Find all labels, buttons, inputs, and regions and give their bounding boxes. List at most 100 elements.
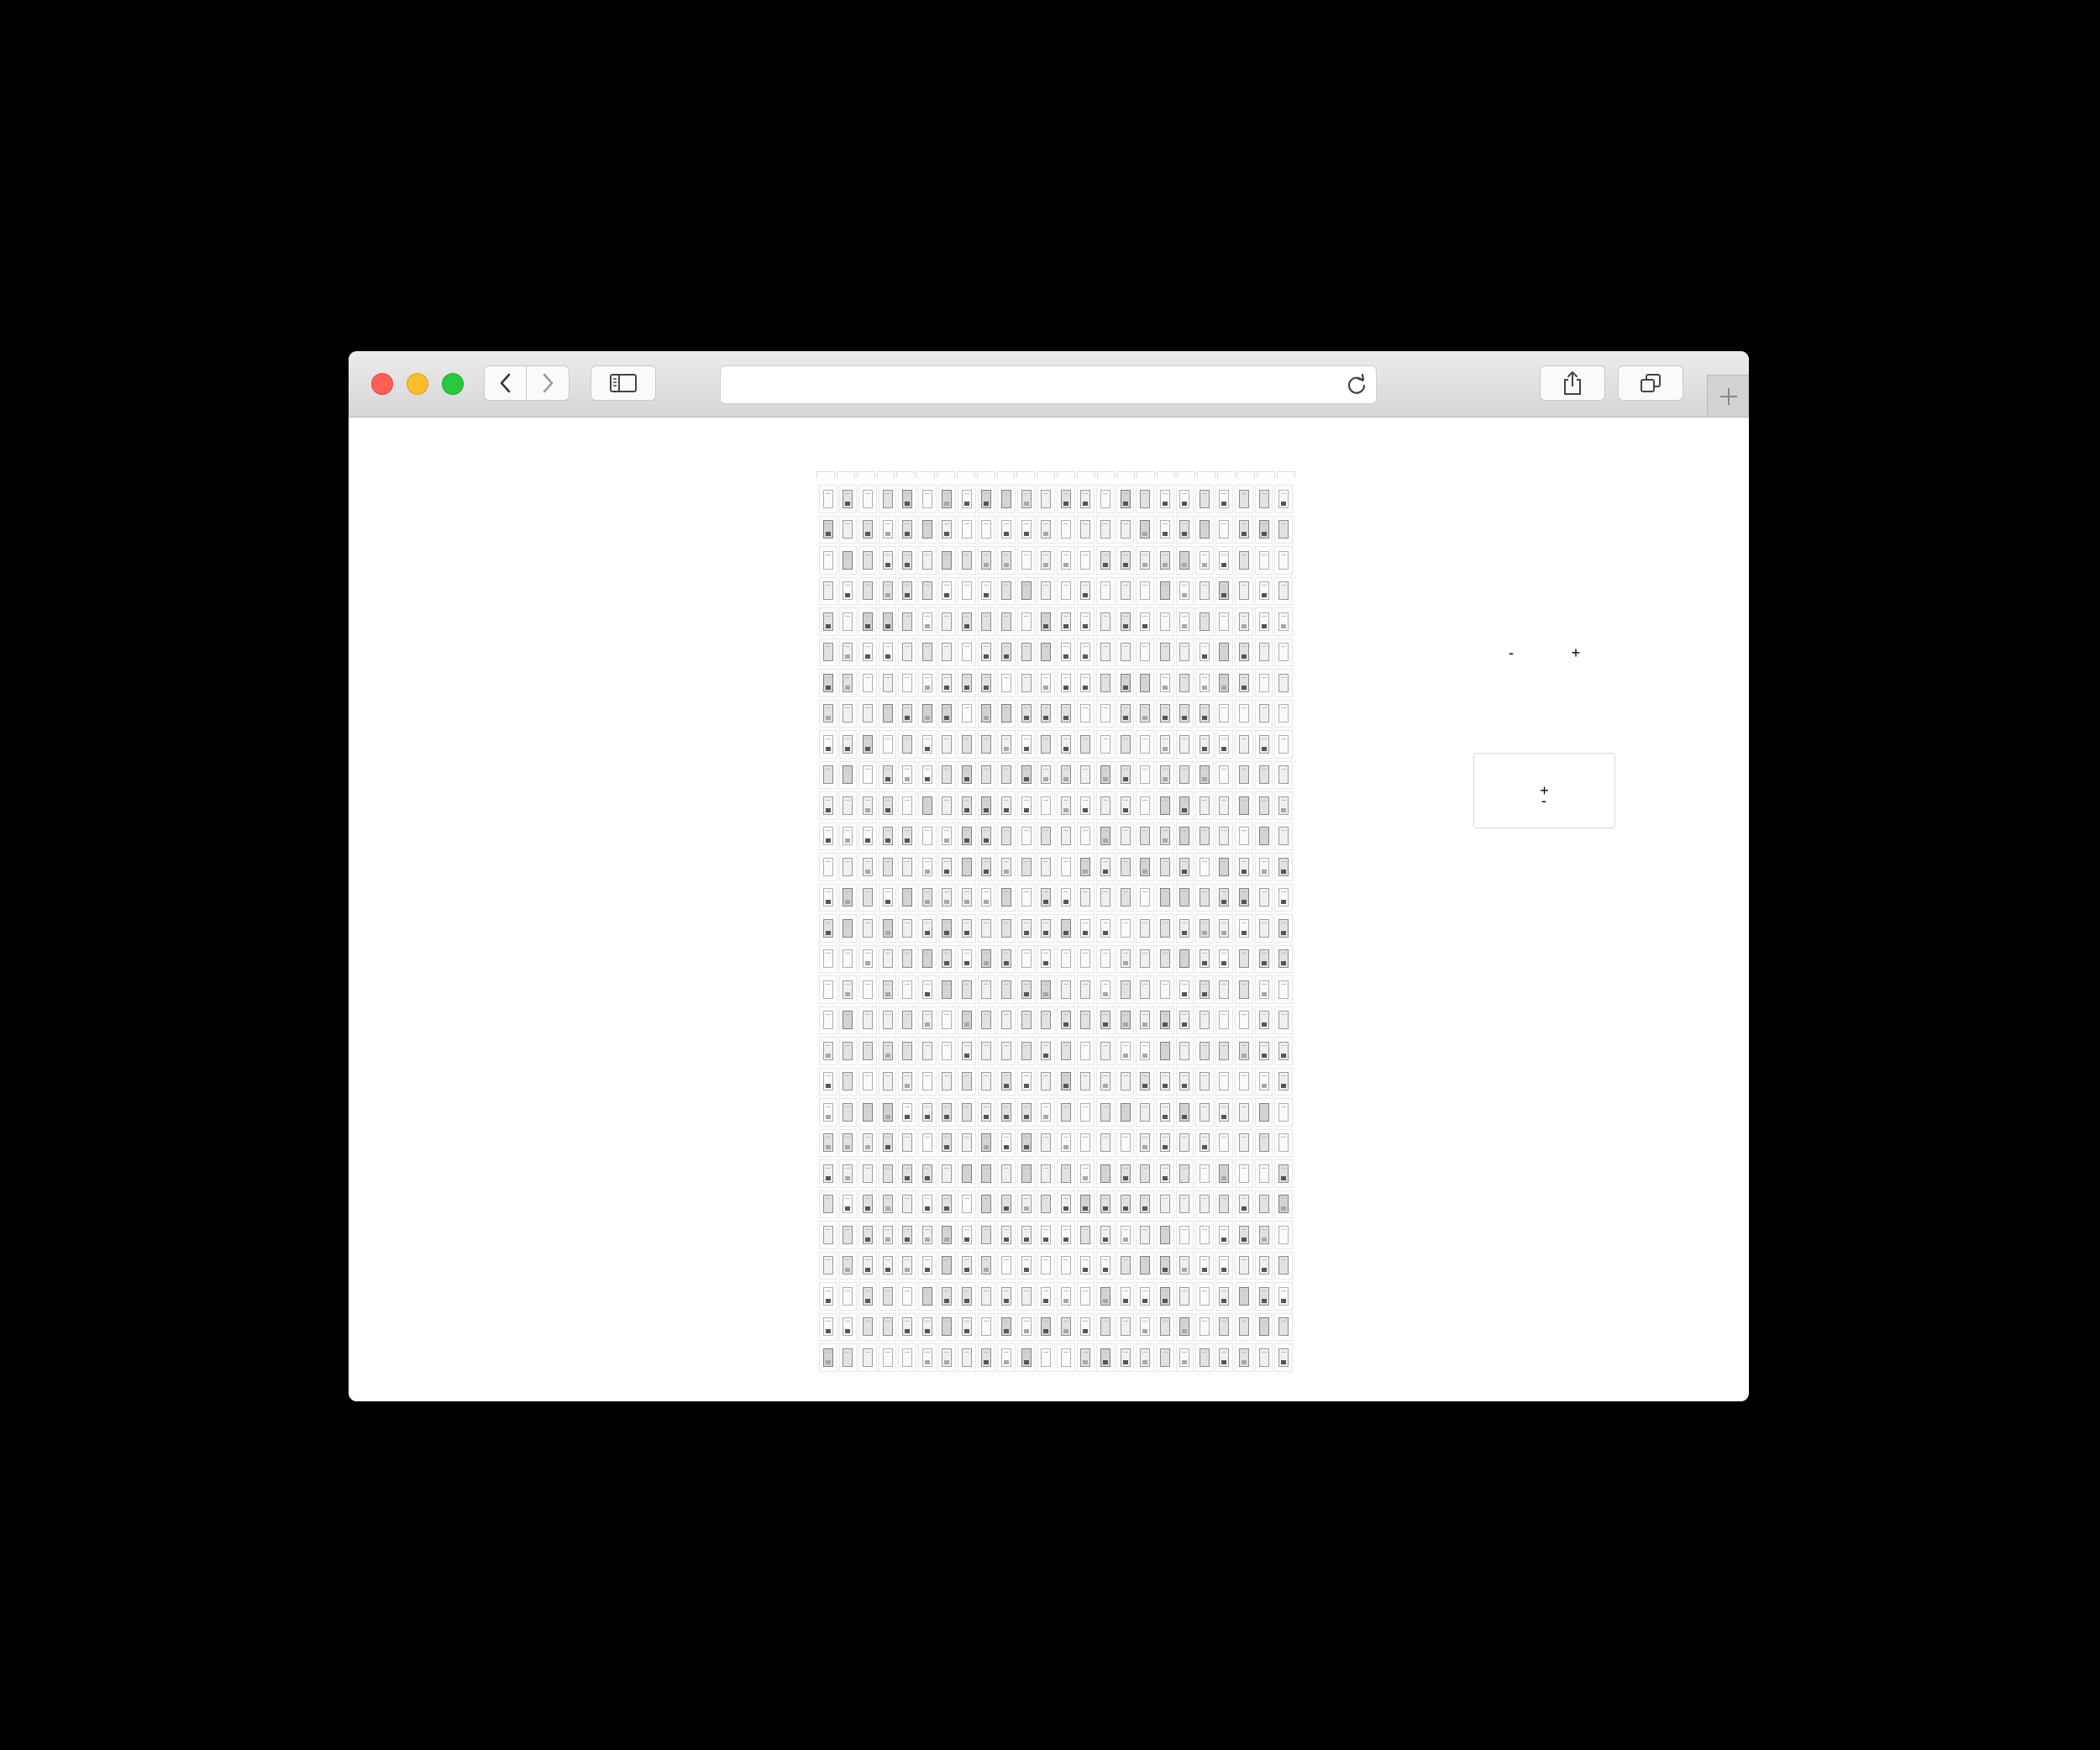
board-cell[interactable] [1076,1128,1095,1157]
board-cell[interactable] [1195,1128,1214,1157]
board-cell[interactable] [1175,975,1194,1004]
board-cell[interactable] [898,1159,916,1188]
board-cell[interactable] [1155,853,1174,881]
board-cell[interactable] [997,1098,1016,1127]
board-cell[interactable] [1155,485,1174,513]
board-cell[interactable] [838,1067,858,1096]
board-cell[interactable] [977,576,996,605]
board-cell[interactable] [1037,883,1055,912]
board-cell[interactable] [977,1037,996,1065]
board-cell[interactable] [838,699,858,728]
board-cell[interactable] [1037,1282,1055,1311]
board-cell[interactable] [1155,1343,1174,1372]
address-bar[interactable] [720,365,1377,404]
board-cell[interactable] [1175,1343,1194,1372]
board-cell[interactable] [1274,1221,1293,1249]
board-cell[interactable] [1057,485,1075,513]
board-cell[interactable] [1235,730,1253,759]
board-cell[interactable] [937,944,957,973]
board-cell[interactable] [878,975,897,1004]
board-cell[interactable] [1215,515,1234,544]
board-cell[interactable] [977,1251,996,1280]
board-cell[interactable] [958,1067,976,1096]
board-cell[interactable] [1076,1312,1095,1341]
board-cell[interactable] [858,1282,877,1311]
board-cell[interactable] [1016,1312,1036,1341]
zoom-in-button[interactable]: + [1566,643,1586,663]
board-cell[interactable] [997,515,1016,544]
board-cell[interactable] [1076,760,1095,789]
board-cell[interactable] [937,546,957,575]
board-cell[interactable] [1175,791,1194,820]
board-cell[interactable] [819,944,837,973]
board-cell[interactable] [1274,791,1293,820]
board-cell[interactable] [878,699,897,728]
board-cell[interactable] [958,1190,976,1218]
board-cell[interactable] [958,975,976,1004]
board-cell[interactable] [977,944,996,973]
board-cell[interactable] [1235,638,1253,666]
board-cell[interactable] [1116,1312,1135,1341]
board-cell[interactable] [1254,822,1273,850]
board-cell[interactable] [937,1006,957,1034]
board-cell[interactable] [838,546,858,575]
board-cell[interactable] [838,485,858,513]
board-cell[interactable] [1215,1037,1234,1065]
board-cell[interactable] [1235,485,1253,513]
board-cell[interactable] [958,1006,976,1034]
board-cell[interactable] [898,822,916,850]
board-cell[interactable] [977,822,996,850]
board-cell[interactable] [858,669,877,697]
board-cell[interactable] [1155,638,1174,666]
board-cell[interactable] [878,1221,897,1249]
board-cell[interactable] [1235,822,1253,850]
board-cell[interactable] [1195,546,1214,575]
board-cell[interactable] [1096,485,1115,513]
board-cell[interactable] [1195,1343,1214,1372]
board-cell[interactable] [858,607,877,636]
board-cell[interactable] [1136,1221,1154,1249]
board-cell[interactable] [878,638,897,666]
board-cell[interactable] [1037,1128,1055,1157]
board-cell[interactable] [838,1128,858,1157]
board-cell[interactable] [1274,944,1293,973]
minimize-window-button[interactable] [407,373,428,395]
board-cell[interactable] [1274,485,1293,513]
board-cell[interactable] [898,1190,916,1218]
board-cell[interactable] [1235,1159,1253,1188]
board-cell[interactable] [1057,914,1075,943]
board-cell[interactable] [997,1067,1016,1096]
board-cell[interactable] [1175,853,1194,881]
board-cell[interactable] [819,760,837,789]
board-cell[interactable] [1096,1128,1115,1157]
board-cell[interactable] [1116,607,1135,636]
board-cell[interactable] [878,853,897,881]
board-cell[interactable] [1155,1006,1174,1034]
board-cell[interactable] [1175,1221,1194,1249]
board-cell[interactable] [1175,1190,1194,1218]
board-cell[interactable] [1175,822,1194,850]
board-cell[interactable] [1254,546,1273,575]
board-cell[interactable] [958,1312,976,1341]
board-cell[interactable] [1037,822,1055,850]
board-cell[interactable] [1155,1190,1174,1218]
board-cell[interactable] [838,576,858,605]
board-cell[interactable] [958,822,976,850]
board-cell[interactable] [1195,669,1214,697]
board-cell[interactable] [997,699,1016,728]
board-cell[interactable] [838,1282,858,1311]
board-cell[interactable] [1254,791,1273,820]
board-cell[interactable] [1116,638,1135,666]
board-cell[interactable] [997,638,1016,666]
board-cell[interactable] [1096,1343,1115,1372]
board-cell[interactable] [1037,853,1055,881]
board-cell[interactable] [1057,1282,1075,1311]
board-cell[interactable] [1175,1159,1194,1188]
board-cell[interactable] [858,1098,877,1127]
board-cell[interactable] [1016,515,1036,544]
board-cell[interactable] [1235,546,1253,575]
board-cell[interactable] [917,760,937,789]
board-cell[interactable] [1076,975,1095,1004]
board-cell[interactable] [1274,883,1293,912]
board-cell[interactable] [1057,791,1075,820]
